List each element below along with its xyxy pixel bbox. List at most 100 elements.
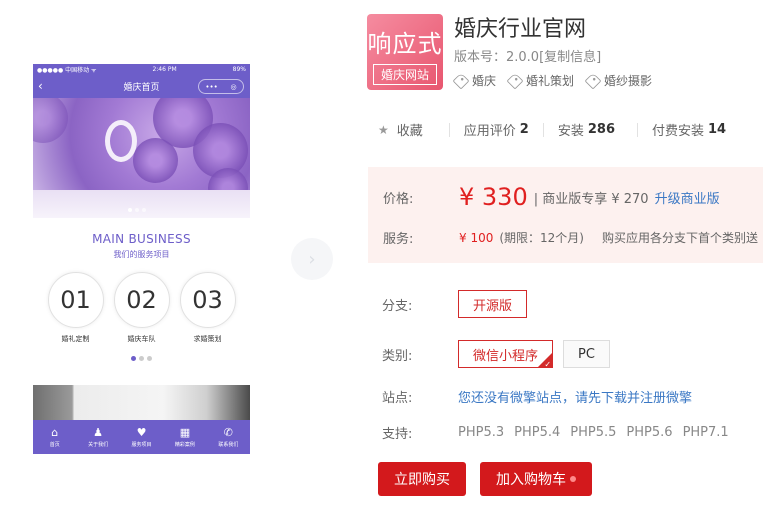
branch-row: 分支: 开源版 xyxy=(382,290,537,318)
tag-item[interactable]: 婚礼策划 xyxy=(506,72,575,89)
service-label: 婚礼定制 xyxy=(61,335,90,343)
product-logo: 响应式 婚庆网站 xyxy=(367,14,443,90)
tab-home[interactable]: ⌂ 首页 xyxy=(33,420,76,454)
tag-icon xyxy=(584,72,602,89)
tab-label: 关于我们 xyxy=(88,441,109,448)
service-label: 婚庆车队 xyxy=(127,335,156,343)
upgrade-link[interactable]: 升级商业版 xyxy=(655,188,720,207)
heart-icon: ♥ xyxy=(136,425,147,439)
service-label: 服务: xyxy=(383,232,414,247)
logo-subtext: 婚庆网站 xyxy=(373,64,437,85)
tag-label: 婚礼策划 xyxy=(526,74,575,88)
tab-label: 服务项目 xyxy=(131,441,152,448)
chevron-right-icon: › xyxy=(308,248,316,270)
site-row: 站点: 您还没有微擎站点，请先下载并注册微擎 xyxy=(382,387,692,406)
phone-status-bar: ●●●●● 中国移动 ᯤ 2:46 PM 89% xyxy=(33,64,250,75)
favorite-button[interactable]: 收藏 xyxy=(397,120,423,139)
product-version[interactable]: 版本号：2.0.0[复制信息] xyxy=(454,46,601,65)
product-tags: 婚庆 婚礼策划 婚纱摄影 xyxy=(452,72,653,89)
php-version: PHP5.4 xyxy=(514,425,561,440)
register-site-link[interactable]: 您还没有微擎站点，请先下载并注册微擎 xyxy=(458,387,692,406)
mini-program-capsule[interactable]: ••• ◎ xyxy=(198,79,244,94)
service-label: 求婚策划 xyxy=(193,335,222,343)
price-label: 价格: xyxy=(383,191,414,207)
back-icon[interactable]: ‹ xyxy=(38,79,43,93)
people-icon: ♟ xyxy=(93,425,104,439)
mirror-decoration xyxy=(105,120,137,162)
service-period: (期限：12个月) xyxy=(499,231,584,245)
business-price: | 商业版专享 ¥ 270 xyxy=(533,191,649,207)
tag-icon xyxy=(452,72,470,89)
php-version: PHP7.1 xyxy=(682,425,729,440)
status-time: 2:46 PM xyxy=(152,66,177,73)
tag-item[interactable]: 婚庆 xyxy=(452,72,497,89)
tab-services[interactable]: ♥ 服务项目 xyxy=(120,420,163,454)
phone-icon: ✆ xyxy=(223,425,233,439)
service-list: 01 婚礼定制 02 婚庆车队 03 求婚策划 xyxy=(33,272,250,344)
service-item[interactable]: 03 求婚策划 xyxy=(179,272,236,344)
case-photo xyxy=(33,385,250,421)
php-version: PHP5.5 xyxy=(570,425,617,440)
buy-now-button[interactable]: 立即购买 xyxy=(378,462,466,496)
support-row: 支持: PHP5.3 PHP5.4 PHP5.5 PHP5.6 PHP7.1 xyxy=(382,423,739,442)
service-note: 购买应用各分支下首个类别送 xyxy=(602,231,759,245)
site-label: 站点: xyxy=(382,391,413,406)
rating-value: 2 xyxy=(519,122,529,137)
buy-now-label: 立即购买 xyxy=(394,471,450,487)
phone-nav-title: 婚庆首页 xyxy=(123,83,160,93)
star-icon[interactable]: ★ xyxy=(378,123,389,137)
price-panel: 价格: ¥ 330 | 商业版专享 ¥ 270 升级商业版 服务: ¥ 100 … xyxy=(368,167,763,263)
tab-about[interactable]: ♟ 关于我们 xyxy=(76,420,119,454)
service-row: 服务: ¥ 100 (期限：12个月) 购买应用各分支下首个类别送 xyxy=(383,228,759,248)
service-item[interactable]: 01 婚礼定制 xyxy=(47,272,104,344)
category-row: 类别: 微信小程序 PC xyxy=(382,340,620,369)
tag-label: 婚纱摄影 xyxy=(604,74,653,88)
service-number: 03 xyxy=(179,272,236,328)
service-price: ¥ 100 xyxy=(459,230,494,245)
service-number: 01 xyxy=(47,272,104,328)
phone-tab-bar: ⌂ 首页 ♟ 关于我们 ♥ 服务项目 ▦ 精彩案例 ✆ 联系我们 xyxy=(33,420,250,454)
status-carrier: ●●●●● 中国移动 ᯤ xyxy=(37,67,97,74)
grid-icon: ▦ xyxy=(179,425,191,439)
phone-preview: ●●●●● 中国移动 ᯤ 2:46 PM 89% ‹ 婚庆首页 ••• ◎ MA… xyxy=(33,64,250,454)
service-pagination xyxy=(33,356,250,361)
price-value: ¥ 330 xyxy=(459,183,528,211)
logo-text: 响应式 xyxy=(367,30,443,58)
rating-label: 应用评价 xyxy=(463,124,516,139)
banner-pagination xyxy=(128,208,146,212)
product-title: 婚庆行业官网 xyxy=(454,17,587,42)
tab-contact[interactable]: ✆ 联系我们 xyxy=(207,420,250,454)
tab-label: 联系我们 xyxy=(218,441,239,448)
category-label: 类别: xyxy=(382,348,413,364)
tag-icon xyxy=(506,72,524,89)
cart-dot-icon xyxy=(570,476,576,482)
paid-install-value: 14 xyxy=(708,122,727,137)
support-label: 支持: xyxy=(382,427,413,442)
install-label: 安装 xyxy=(557,124,584,139)
service-number: 02 xyxy=(113,272,170,328)
more-icon[interactable]: ••• xyxy=(205,83,217,91)
service-item[interactable]: 02 婚庆车队 xyxy=(113,272,170,344)
wedding-banner-image xyxy=(33,98,250,218)
tab-label: 精彩案例 xyxy=(174,441,195,448)
install-value: 286 xyxy=(587,122,615,137)
close-circle-icon[interactable]: ◎ xyxy=(231,83,237,91)
category-option-wechat[interactable]: 微信小程序 xyxy=(458,340,554,369)
phone-nav-bar: ‹ 婚庆首页 ••• ◎ xyxy=(33,75,250,98)
add-to-cart-label: 加入购物车 xyxy=(496,471,566,487)
business-subtitle: 我们的服务项目 xyxy=(113,250,170,259)
status-battery: 89% xyxy=(232,66,246,73)
business-title: MAIN BUSINESS xyxy=(92,232,191,246)
tab-cases[interactable]: ▦ 精彩案例 xyxy=(163,420,206,454)
php-version: PHP5.6 xyxy=(626,425,673,440)
branch-label: 分支: xyxy=(382,298,413,314)
php-version: PHP5.3 xyxy=(458,425,505,440)
product-stats: ★ 收藏 应用评价 2 安装 286 付费安装 14 xyxy=(378,120,726,139)
tag-label: 婚庆 xyxy=(472,74,497,88)
category-option-pc[interactable]: PC xyxy=(563,340,610,368)
branch-option-open-source[interactable]: 开源版 xyxy=(458,290,528,318)
tag-item[interactable]: 婚纱摄影 xyxy=(584,72,653,89)
carousel-next-button[interactable]: › xyxy=(291,238,333,280)
home-icon: ⌂ xyxy=(51,425,59,439)
add-to-cart-button[interactable]: 加入购物车 xyxy=(480,462,592,496)
